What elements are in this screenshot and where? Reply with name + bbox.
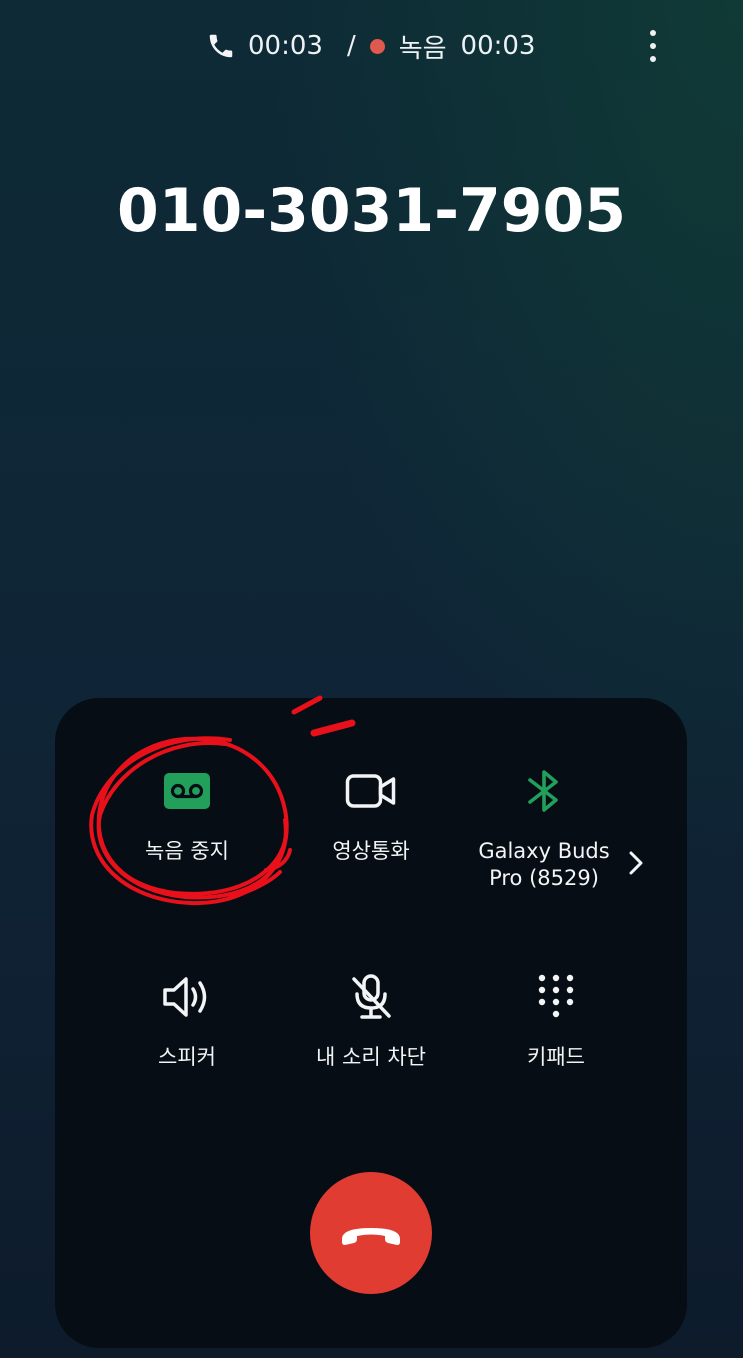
bluetooth-device-label: Galaxy Buds Pro (8529) [478, 839, 610, 890]
end-call-button[interactable] [310, 1172, 432, 1294]
bluetooth-device-button[interactable]: Galaxy Buds Pro (8529) [454, 764, 634, 892]
voicemail-icon [160, 764, 214, 818]
recording-timer: 00:03 [460, 31, 536, 61]
keypad-label: 키패드 [527, 1045, 585, 1069]
status-separator: / [346, 31, 356, 61]
caller-number: 010-3031-7905 [116, 176, 627, 246]
speaker-label: 스피커 [158, 1045, 216, 1069]
chevron-right-icon[interactable] [625, 848, 647, 878]
more-options-icon[interactable] [636, 26, 670, 66]
mic-off-icon [344, 970, 398, 1024]
video-camera-icon [344, 764, 398, 818]
video-call-button[interactable]: 영상통화 [281, 764, 461, 865]
record-stop-label: 녹음 중지 [145, 839, 229, 863]
recording-dot-icon [369, 38, 385, 54]
status-bar: 00:03 / 녹음 00:03 [0, 0, 743, 92]
recording-label: 녹음 [398, 33, 447, 64]
mute-label: 내 소리 차단 [316, 1045, 426, 1069]
keypad-button[interactable]: 키패드 [466, 970, 646, 1071]
video-call-label: 영상통화 [332, 839, 410, 863]
call-controls-panel: 녹음 중지 영상통화 Galaxy Buds Pro (8529) 스피커 내 … [55, 698, 687, 1348]
speaker-button[interactable]: 스피커 [97, 970, 277, 1071]
record-stop-button[interactable]: 녹음 중지 [97, 764, 277, 865]
end-call-icon [342, 1228, 400, 1245]
call-status: 00:03 / 녹음 00:03 [206, 28, 535, 64]
bluetooth-icon [517, 764, 571, 818]
mute-button[interactable]: 내 소리 차단 [281, 970, 461, 1071]
phone-icon [206, 31, 236, 61]
dialpad-icon [529, 970, 583, 1024]
call-timer: 00:03 [248, 31, 323, 61]
speaker-icon [160, 970, 214, 1024]
